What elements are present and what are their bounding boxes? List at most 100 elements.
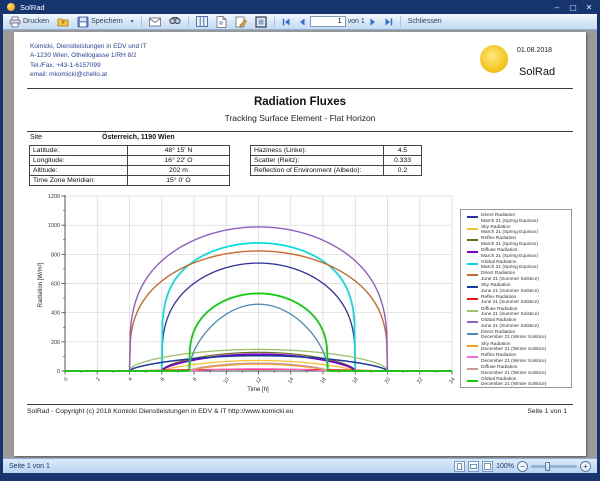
- company-address-block: Komicki, Dienstleistungen in EDV und IT …: [30, 42, 147, 80]
- legend-entry: Direct RadiationDecember 21 (Winter Sols…: [467, 330, 571, 342]
- close-window-button[interactable]: ✕: [581, 3, 597, 12]
- legend-swatch: [467, 239, 478, 241]
- legend-entry: Reflex RadiationMarch 21 (Spring Equinox…: [467, 236, 571, 248]
- legend-entry: Reflex RadiationJune 21 (Summer Solstice…: [467, 295, 571, 307]
- multi-page-view-button[interactable]: [468, 461, 479, 472]
- legend-entry: Direct RadiationJune 21 (Summer Solstice…: [467, 271, 571, 283]
- search-button[interactable]: [166, 15, 184, 28]
- company-line: email: mkomicki@chello.at: [30, 70, 147, 79]
- table-row: Haziness (Linke):4.5: [251, 146, 422, 156]
- search-icon: [169, 16, 181, 27]
- legend-label: Sky RadiationJune 21 (Summer Solstice): [481, 283, 539, 295]
- legend-entry: Direct RadiationMarch 21 (Spring Equinox…: [467, 213, 571, 225]
- svg-text:16: 16: [319, 377, 327, 385]
- page-setup-button[interactable]: [213, 15, 230, 29]
- toolbar: Drucken Speichern ▾: [3, 14, 597, 30]
- table-row: Reflection of Environment (Albedo):0.2: [251, 166, 422, 176]
- page-setup-icon: [216, 16, 227, 28]
- export-icon: [57, 16, 69, 28]
- prev-page-icon: [297, 17, 306, 27]
- printer-icon: [9, 16, 21, 28]
- title-bar: SolRad – ▢ ✕: [3, 0, 597, 14]
- legend-entry: Global RadiationDecember 21 (Winter Sols…: [467, 377, 571, 388]
- svg-text:6: 6: [160, 377, 167, 383]
- legend-label: Direct RadiationMarch 21 (Spring Equinox…: [481, 213, 538, 225]
- print-button[interactable]: Drucken: [6, 15, 52, 29]
- thumbnail-button[interactable]: [252, 15, 270, 29]
- page-width-view-button[interactable]: [482, 461, 493, 472]
- row-value: 0.2: [384, 166, 422, 176]
- last-page-button[interactable]: [382, 17, 396, 27]
- table-row: Time Zone Meridian:15° 0' O: [30, 176, 230, 186]
- atmosphere-table: Haziness (Linke):4.5 Scatter (Reitz):0.3…: [250, 145, 422, 176]
- svg-text:1000: 1000: [48, 223, 60, 229]
- svg-text:10: 10: [223, 377, 231, 385]
- page-number-input[interactable]: [310, 16, 346, 27]
- legend-swatch: [467, 274, 478, 276]
- legend-entry: Global RadiationMarch 21 (Spring Equinox…: [467, 260, 571, 272]
- sun-logo-icon: [480, 45, 508, 73]
- zoom-out-button[interactable]: −: [517, 461, 528, 472]
- chart-grid: [65, 196, 452, 371]
- save-dropdown-button[interactable]: ▾: [128, 17, 137, 26]
- legend-label: Global RadiationJune 21 (Summer Solstice…: [481, 318, 539, 330]
- row-label: Scatter (Reitz):: [251, 156, 384, 166]
- thumbnail-icon: [255, 16, 267, 28]
- legend-label: Global RadiationDecember 21 (Winter Sols…: [481, 377, 546, 388]
- legend-label: Diffuse RadiationDecember 21 (Winter Sol…: [481, 365, 546, 377]
- maximize-button[interactable]: ▢: [565, 3, 581, 12]
- svg-text:400: 400: [51, 311, 60, 317]
- edit-icon: [235, 16, 247, 28]
- legend-label: Sky RadiationDecember 21 (Winter Solstic…: [481, 342, 546, 354]
- legend-swatch: [467, 368, 478, 370]
- dropdown-icon: ▾: [131, 18, 134, 25]
- zoom-slider-thumb[interactable]: [545, 462, 550, 471]
- legend-swatch: [467, 228, 478, 230]
- svg-text:600: 600: [51, 282, 60, 288]
- site-value: Österreich, 1190 Wien: [102, 134, 175, 141]
- row-value: 202 m: [128, 166, 230, 176]
- next-page-button[interactable]: [367, 17, 380, 27]
- legend-entry: Diffuse RadiationJune 21 (Summer Solstic…: [467, 307, 571, 319]
- prev-page-button[interactable]: [295, 17, 308, 27]
- svg-text:18: 18: [352, 377, 360, 385]
- email-button[interactable]: [146, 16, 164, 28]
- legend-label: Direct RadiationDecember 21 (Winter Sols…: [481, 330, 546, 342]
- columns-button[interactable]: [193, 15, 211, 28]
- row-value: 16° 22' O: [128, 156, 230, 166]
- export-button[interactable]: [54, 15, 72, 29]
- svg-text:22: 22: [416, 377, 424, 385]
- row-label: Time Zone Meridian:: [30, 176, 128, 186]
- columns-icon: [196, 16, 208, 27]
- report-title: Radiation Fluxes: [14, 96, 586, 108]
- svg-text:Time [h]: Time [h]: [247, 387, 269, 393]
- svg-text:0: 0: [63, 377, 70, 383]
- next-page-icon: [369, 17, 378, 27]
- minimize-button[interactable]: –: [549, 3, 565, 12]
- legend-label: Direct RadiationJune 21 (Summer Solstice…: [481, 271, 539, 283]
- legend-swatch: [467, 310, 478, 312]
- preview-area: Komicki, Dienstleistungen in EDV und IT …: [3, 30, 597, 458]
- legend-swatch: [467, 286, 478, 288]
- location-table: Latitude:48° 15' N Longitude:16° 22' O A…: [29, 145, 230, 186]
- first-page-button[interactable]: [279, 17, 293, 27]
- table-row: Longitude:16° 22' O: [30, 156, 230, 166]
- toolbar-separator: [141, 16, 142, 27]
- company-line: Tel./Fax. +43-1-6157099: [30, 61, 147, 70]
- table-row: Scatter (Reitz):0.333: [251, 156, 422, 166]
- single-page-view-button[interactable]: [454, 461, 465, 472]
- close-preview-button[interactable]: Schliessen: [405, 17, 445, 26]
- table-row: Altitude:202 m: [30, 166, 230, 176]
- window-title: SolRad: [20, 3, 45, 12]
- toolbar-separator: [274, 16, 275, 27]
- report-page: Komicki, Dienstleistungen in EDV und IT …: [14, 32, 586, 456]
- zoom-slider[interactable]: [531, 465, 577, 468]
- last-page-icon: [384, 17, 394, 27]
- zoom-in-button[interactable]: +: [580, 461, 591, 472]
- svg-text:24: 24: [448, 377, 456, 385]
- edit-button[interactable]: [232, 15, 250, 29]
- svg-text:0: 0: [57, 369, 60, 375]
- save-button[interactable]: Speichern: [74, 15, 126, 29]
- page-number-text: Seite 1 von 1: [527, 408, 567, 415]
- legend-swatch: [467, 298, 478, 300]
